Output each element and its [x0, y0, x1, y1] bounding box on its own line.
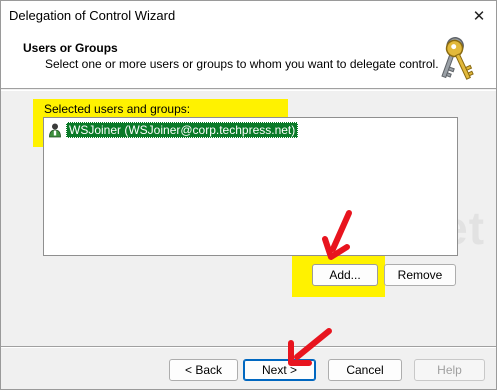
keys-icon: [441, 37, 474, 80]
wizard-header: Users or Groups Select one or more users…: [1, 31, 496, 89]
page-title: Users or Groups: [23, 41, 118, 55]
page-subtitle: Select one or more users or groups to wh…: [45, 57, 439, 71]
close-button[interactable]: ✕: [466, 3, 492, 29]
close-icon: ✕: [472, 8, 486, 25]
user-icon: [49, 123, 61, 138]
list-item[interactable]: WSJoiner (WSJoiner@corp.techpress.net): [47, 121, 299, 139]
list-item-label: WSJoiner (WSJoiner@corp.techpress.net): [66, 122, 299, 138]
help-button: Help: [414, 359, 485, 381]
next-button[interactable]: Next >: [243, 359, 316, 381]
title-bar: Delegation of Control Wizard ✕: [1, 1, 496, 31]
wizard-window: Delegation of Control Wizard ✕ Users or …: [0, 0, 497, 390]
window-title: Delegation of Control Wizard: [9, 8, 176, 23]
remove-button[interactable]: Remove: [384, 264, 456, 286]
selected-users-label: Selected users and groups:: [44, 102, 191, 116]
selected-users-listbox[interactable]: WSJoiner (WSJoiner@corp.techpress.net): [43, 117, 458, 256]
footer-divider-highlight: [1, 347, 496, 348]
cancel-button[interactable]: Cancel: [328, 359, 402, 381]
back-button[interactable]: < Back: [169, 359, 238, 381]
add-button[interactable]: Add...: [312, 264, 378, 286]
header-divider: [1, 90, 496, 91]
